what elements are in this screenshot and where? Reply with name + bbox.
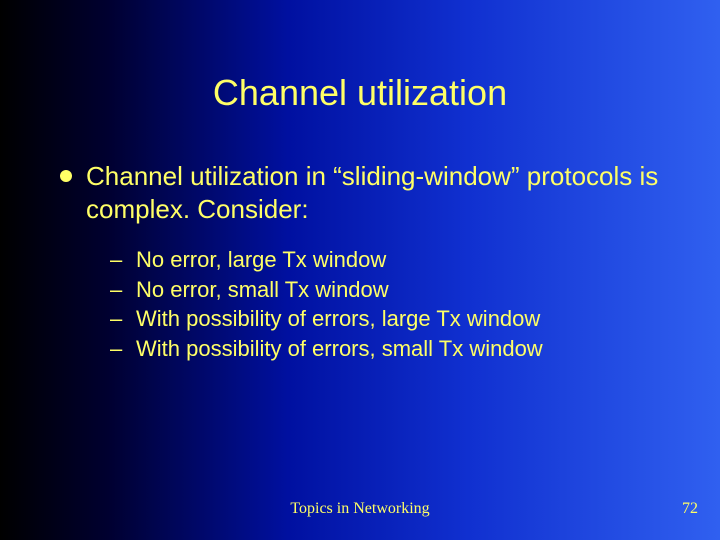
sub-bullet: – No error, large Tx window — [110, 245, 660, 275]
bullet-text: Channel utilization in “sliding-window” … — [86, 160, 660, 225]
dash-icon: – — [110, 245, 130, 275]
slide: Channel utilization Channel utilization … — [0, 0, 720, 540]
dash-icon: – — [110, 275, 130, 305]
dash-icon: – — [110, 304, 130, 334]
bullet-level1: Channel utilization in “sliding-window” … — [60, 160, 660, 225]
page-number: 72 — [682, 500, 698, 518]
sub-bullet-list: – No error, large Tx window – No error, … — [110, 245, 660, 364]
sub-bullet: – With possibility of errors, large Tx w… — [110, 304, 660, 334]
dash-icon: – — [110, 334, 130, 364]
sub-bullet: – With possibility of errors, small Tx w… — [110, 334, 660, 364]
footer-text: Topics in Networking — [0, 500, 720, 518]
sub-bullet-text: With possibility of errors, large Tx win… — [136, 304, 540, 334]
slide-title: Channel utilization — [0, 72, 720, 114]
sub-bullet-text: No error, large Tx window — [136, 245, 386, 275]
slide-body: Channel utilization in “sliding-window” … — [60, 160, 660, 364]
sub-bullet: – No error, small Tx window — [110, 275, 660, 305]
sub-bullet-text: No error, small Tx window — [136, 275, 389, 305]
bullet-dot-icon — [60, 170, 72, 182]
sub-bullet-text: With possibility of errors, small Tx win… — [136, 334, 543, 364]
